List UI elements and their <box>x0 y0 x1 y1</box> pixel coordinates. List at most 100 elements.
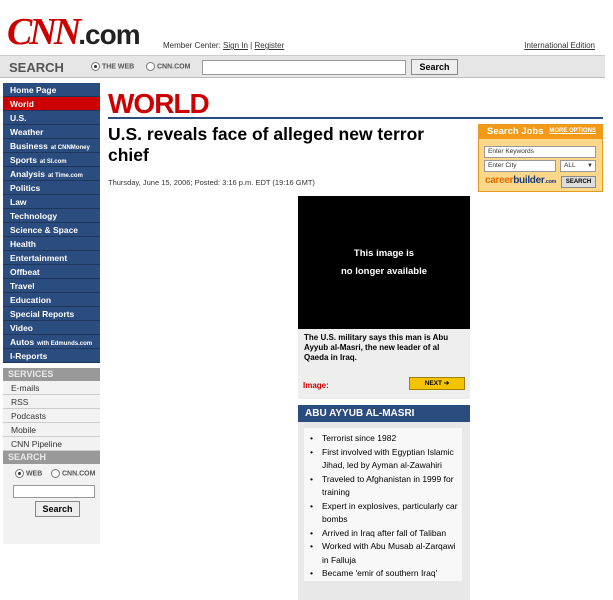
nav-item-world[interactable]: World <box>3 97 100 111</box>
nav-item-business[interactable]: Business at CNNMoney <box>3 139 100 153</box>
chevron-down-icon: ▼ <box>587 163 593 169</box>
nav-item-home[interactable]: Home Page <box>3 83 100 97</box>
nav-item-health[interactable]: Health <box>3 237 100 251</box>
nav-item-offbeat[interactable]: Offbeat <box>3 265 100 279</box>
left-search-panel: WEB CNN.COM Search <box>3 464 100 544</box>
section-title: WORLD <box>108 88 210 119</box>
list-item: Terrorist since 1982 <box>308 432 458 446</box>
left-search-cnn-label: CNN.COM <box>61 470 96 478</box>
nav-label: Home Page <box>10 85 57 95</box>
nav-sub: at CNNMoney <box>50 145 90 151</box>
nav-item-education[interactable]: Education <box>3 293 100 307</box>
service-item-rss[interactable]: RSS <box>3 395 100 409</box>
logo-builder: builder <box>513 175 545 186</box>
nav-label: Entertainment <box>10 253 68 263</box>
ad-header: Search Jobs MORE OPTIONS <box>479 125 602 139</box>
article-headline: U.S. reveals face of alleged new terror … <box>108 124 425 165</box>
nav-label: Special Reports <box>10 309 75 319</box>
fact-list: Terrorist since 1982 First involved with… <box>304 428 462 581</box>
nav-label: Travel <box>10 281 35 291</box>
search-option-web[interactable]: THE WEB <box>91 62 134 71</box>
logo-cnn: CNN <box>7 11 81 53</box>
nav-item-autos[interactable]: Autos with Edmunds.com <box>3 335 100 349</box>
nav-item-us[interactable]: U.S. <box>3 111 100 125</box>
city-input[interactable]: Enter City <box>484 160 556 172</box>
nav-item-technology[interactable]: Technology <box>3 209 100 223</box>
nav-label: Analysis <box>10 169 45 179</box>
keywords-input[interactable]: Enter Keywords <box>484 146 596 158</box>
image-label: Image: <box>303 381 329 390</box>
job-search-button[interactable]: SEARCH <box>561 176 596 188</box>
state-select-value: ALL <box>564 162 576 169</box>
search-input[interactable] <box>202 60 406 75</box>
nav-item-travel[interactable]: Travel <box>3 279 100 293</box>
service-item-podcasts[interactable]: Podcasts <box>3 409 100 423</box>
left-search-button[interactable]: Search <box>35 501 80 517</box>
radio-cnn-icon[interactable] <box>146 62 155 71</box>
nav-item-law[interactable]: Law <box>3 195 100 209</box>
article-dateline: Thursday, June 15, 2006; Posted: 3:16 p.… <box>108 178 315 187</box>
left-search-input[interactable] <box>13 485 95 498</box>
services-panel: SERVICES E-mails RSS Podcasts Mobile CNN… <box>3 368 100 544</box>
nav-label: Science & Space <box>10 225 79 235</box>
factbox: Terrorist since 1982 First involved with… <box>298 422 470 600</box>
service-item-mobile[interactable]: Mobile <box>3 423 100 437</box>
nav-item-politics[interactable]: Politics <box>3 181 100 195</box>
service-item-email[interactable]: E-mails <box>3 381 100 395</box>
careerbuilder-logo[interactable]: careerbuilder.com <box>485 175 556 186</box>
nav-item-science[interactable]: Science & Space <box>3 223 100 237</box>
services-title: SERVICES <box>3 368 100 381</box>
logo-com: .com <box>544 179 557 185</box>
nav-label: Autos <box>10 337 35 347</box>
image-placeholder-line-2: no longer available <box>340 266 428 277</box>
nav-item-sports[interactable]: Sports at SI.com <box>3 153 100 167</box>
next-label: NEXT <box>424 380 443 387</box>
nav-item-special-reports[interactable]: Special Reports <box>3 307 100 321</box>
radio-web-icon[interactable] <box>91 62 100 71</box>
nav-item-analysis[interactable]: Analysis at Time.com <box>3 167 100 181</box>
radio-cnn-icon[interactable] <box>51 469 60 478</box>
nav-label: Health <box>10 239 36 249</box>
nav-label: U.S. <box>10 113 27 123</box>
left-search-option-cnn[interactable]: CNN.COM <box>51 469 95 478</box>
list-item: Expert in explosives, particularly car b… <box>308 500 458 527</box>
sign-in-link[interactable]: Sign In <box>223 41 248 50</box>
next-image-button[interactable]: NEXT ➔ <box>409 377 465 390</box>
register-link[interactable]: Register <box>254 41 284 50</box>
section-divider <box>108 117 603 119</box>
left-search-web-label: WEB <box>25 470 43 478</box>
more-options-link[interactable]: MORE OPTIONS <box>549 128 596 134</box>
left-search-title: SEARCH <box>3 451 100 464</box>
nav-item-video[interactable]: Video <box>3 321 100 335</box>
search-option-cnn-label: CNN.COM <box>156 63 191 71</box>
cnn-logo[interactable]: CNN.com <box>7 10 141 54</box>
job-search-ad: Search Jobs MORE OPTIONS Enter Keywords … <box>478 124 603 192</box>
search-label: SEARCH <box>9 60 64 75</box>
ad-title: Search Jobs <box>487 126 544 137</box>
left-search-option-web[interactable]: WEB <box>15 469 42 478</box>
nav-label: Education <box>10 295 52 305</box>
nav-label: Business <box>10 141 48 151</box>
nav-item-weather[interactable]: Weather <box>3 125 100 139</box>
nav-item-ireports[interactable]: I-Reports <box>3 349 100 363</box>
search-button[interactable]: Search <box>411 59 458 75</box>
list-item: Became 'emir of southern Iraq' <box>308 567 458 581</box>
radio-web-icon[interactable] <box>15 469 24 478</box>
service-item-pipeline[interactable]: CNN Pipeline <box>3 437 100 451</box>
search-option-web-label: THE WEB <box>101 63 135 71</box>
image-placeholder-line-1: This image is <box>353 248 415 259</box>
left-nav: Home Page World U.S. Weather Business at … <box>3 83 100 363</box>
nav-label: World <box>10 99 34 109</box>
nav-label: Video <box>10 323 33 333</box>
nav-item-entertainment[interactable]: Entertainment <box>3 251 100 265</box>
nav-sub: with Edmunds.com <box>37 341 93 347</box>
international-edition-link[interactable]: International Edition <box>524 41 595 50</box>
state-select[interactable]: ALL ▼ <box>560 160 596 172</box>
list-item: Arrived in Iraq after fall of Taliban <box>308 527 458 541</box>
nav-sub: at SI.com <box>39 159 67 165</box>
member-center: Member Center: Sign In | Register <box>163 41 284 50</box>
nav-label: Technology <box>10 211 58 221</box>
search-option-cnn[interactable]: CNN.COM <box>146 62 190 71</box>
logo-dotcom: .com <box>78 19 140 50</box>
arrow-right-icon: ➔ <box>443 380 450 387</box>
